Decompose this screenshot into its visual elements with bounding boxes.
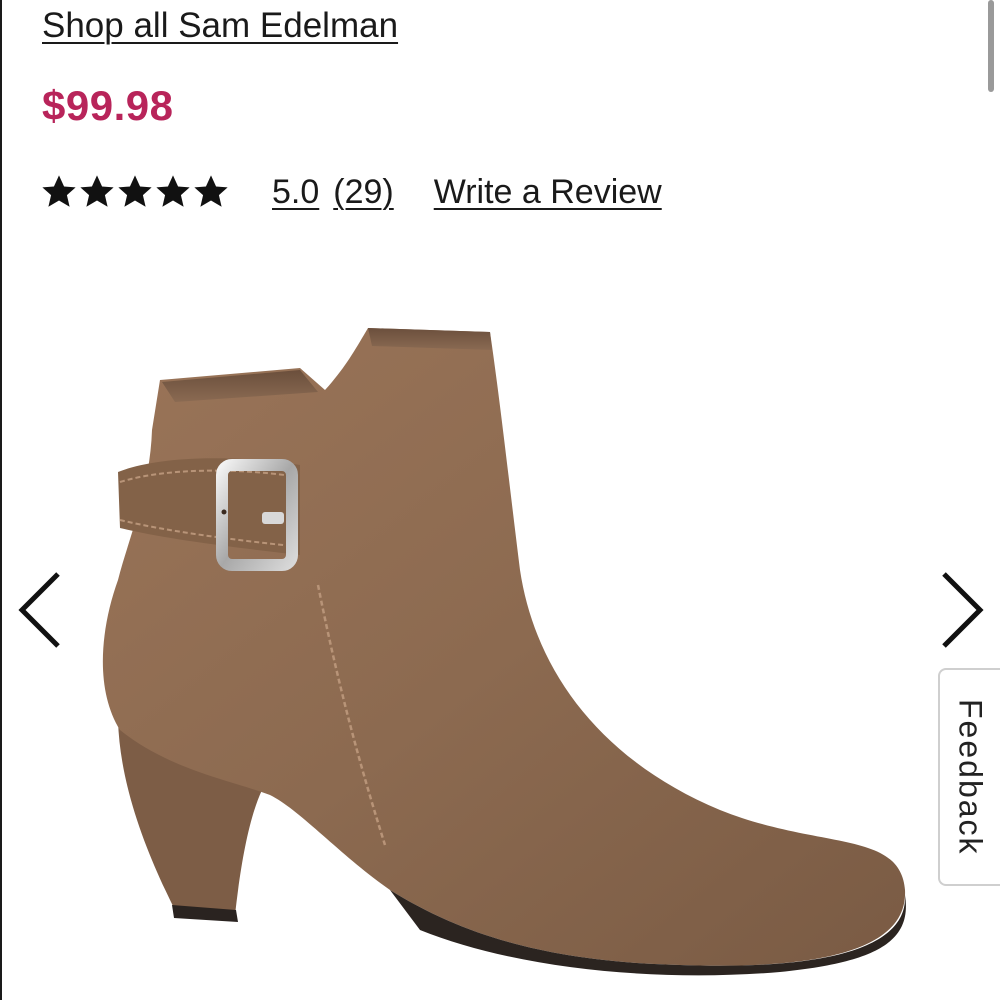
rating-row: 5.0 (29) Write a Review (40, 166, 662, 218)
star-icon (118, 175, 152, 207)
star-icon (156, 175, 190, 207)
next-image-button[interactable] (930, 570, 990, 650)
product-price: $99.98 (42, 82, 174, 129)
scrollbar-thumb[interactable] (988, 0, 994, 92)
shop-brand-link[interactable]: Shop all Sam Edelman (42, 6, 398, 46)
star-icon (80, 175, 114, 207)
feedback-label: Feedback (952, 698, 989, 856)
chevron-left-icon (18, 572, 60, 648)
previous-image-button[interactable] (12, 570, 72, 650)
star-icon (194, 175, 228, 207)
feedback-tab[interactable]: Feedback (938, 668, 1000, 886)
star-icon (42, 175, 76, 207)
rating-value-link[interactable]: 5.0 (272, 173, 319, 212)
chevron-right-icon (942, 572, 984, 648)
star-rating (40, 173, 230, 211)
review-count-link[interactable]: (29) (333, 173, 393, 212)
product-image[interactable] (0, 250, 1000, 1000)
write-review-link[interactable]: Write a Review (434, 173, 662, 212)
